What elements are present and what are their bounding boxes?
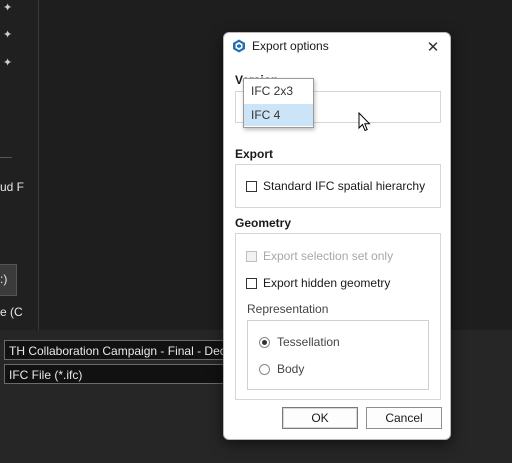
export-group: Standard IFC spatial hierarchy xyxy=(235,164,441,208)
geometry-group: Export selection set only Export hidden … xyxy=(235,233,441,400)
geometry-section-label: Geometry xyxy=(235,216,292,230)
hidden-geometry-checkbox[interactable] xyxy=(246,277,257,289)
tessellation-label: Tessellation xyxy=(277,335,340,349)
hidden-geometry-label: Export hidden geometry xyxy=(263,276,391,290)
tessellation-radio-row[interactable]: Tessellation xyxy=(259,335,340,349)
pin-icon[interactable]: ✦ xyxy=(3,2,15,14)
panel-text: ud F xyxy=(0,180,25,194)
mouse-cursor-icon xyxy=(358,112,371,132)
export-section-label: Export xyxy=(235,147,274,161)
ok-button[interactable]: OK xyxy=(282,407,358,429)
selection-set-label: Export selection set only xyxy=(263,249,394,263)
version-option-ifc4[interactable]: IFC 4 xyxy=(244,104,313,126)
sketchup-logo-icon xyxy=(233,39,245,53)
dialog-titlebar[interactable]: Export options ✕ xyxy=(224,33,450,61)
representation-group: Tessellation Body xyxy=(247,320,429,390)
dialog-title: Export options xyxy=(252,39,329,53)
representation-label: Representation xyxy=(247,302,329,316)
pin-icon[interactable]: ✦ xyxy=(3,29,15,41)
panel-text: e (C xyxy=(0,305,23,319)
file-name-field[interactable]: TH Collaboration Campaign - Final - Deco xyxy=(4,340,228,360)
hidden-geometry-checkbox-row[interactable]: Export hidden geometry xyxy=(246,276,390,290)
body-radio[interactable] xyxy=(259,363,270,375)
standard-hierarchy-checkbox[interactable] xyxy=(246,180,257,192)
standard-hierarchy-label: Standard IFC spatial hierarchy xyxy=(263,179,426,193)
left-panel: ✦ ✦ ✦ ud F :) e (C xyxy=(0,0,39,330)
selection-set-checkbox xyxy=(246,250,257,262)
file-type-field[interactable]: IFC File (*.ifc) xyxy=(4,364,228,384)
selection-set-checkbox-row: Export selection set only xyxy=(246,249,393,263)
version-dropdown-list: IFC 2x3 IFC 4 xyxy=(243,78,314,128)
divider xyxy=(0,157,12,158)
cancel-button[interactable]: Cancel xyxy=(366,407,442,429)
version-option-ifc2x3[interactable]: IFC 2x3 xyxy=(244,80,313,102)
pin-icon[interactable]: ✦ xyxy=(3,57,15,69)
panel-text: :) xyxy=(0,272,8,286)
close-icon[interactable]: ✕ xyxy=(422,36,444,58)
standard-hierarchy-checkbox-row[interactable]: Standard IFC spatial hierarchy xyxy=(246,179,425,193)
body-radio-row[interactable]: Body xyxy=(259,362,304,376)
tessellation-radio[interactable] xyxy=(259,336,270,348)
body-label: Body xyxy=(277,362,305,376)
